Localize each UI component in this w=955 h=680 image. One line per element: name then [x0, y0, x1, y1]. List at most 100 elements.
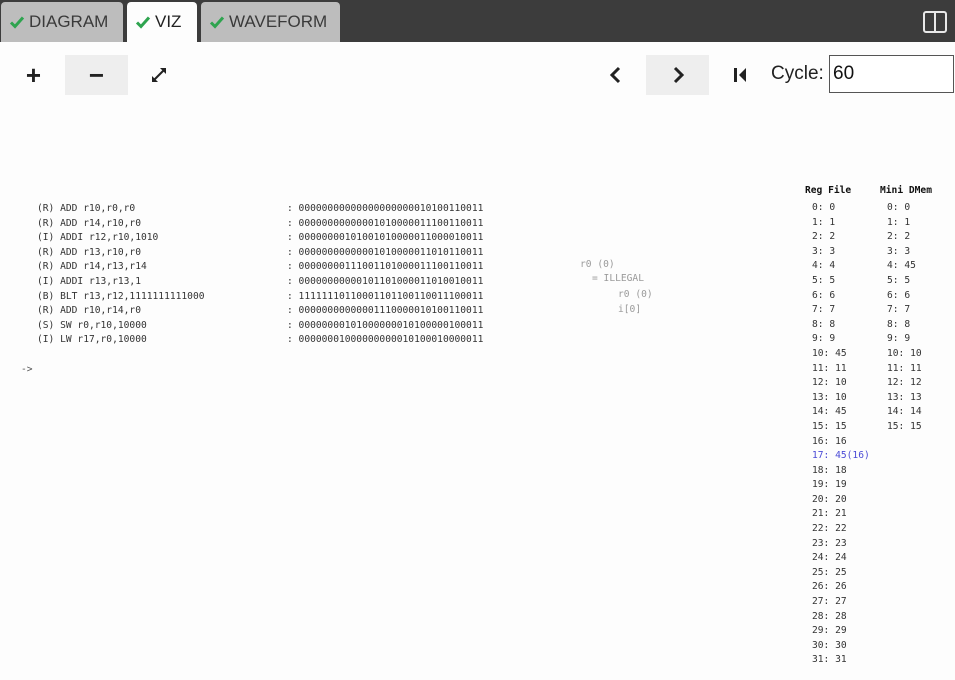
pc-arrow: ->: [21, 364, 33, 375]
program-row: (R) ADD r14,r13,r14 : 0000000011100110100…: [37, 260, 507, 275]
program-row: (R) ADD r13,r10,r0 : 00000000000001010000…: [37, 246, 507, 261]
instruction-text: (I) ADDI r13,r13,1: [37, 275, 141, 287]
instruction-text: (B) BLT r13,r12,1111111111000: [37, 290, 205, 302]
next-cycle-button[interactable]: [646, 55, 709, 95]
register-row: 5: 5: [812, 274, 836, 286]
tab-diagram[interactable]: DIAGRAM: [1, 2, 123, 42]
memory-row: 13: 13: [887, 391, 922, 403]
instruction-binary: : 00000001000000000010100010000011: [287, 334, 484, 346]
instruction-text: (R) ADD r10,r14,r0: [37, 305, 141, 317]
operand-annotation: r0 (0): [618, 289, 653, 300]
register-row: 10: 45: [812, 347, 847, 359]
memory-row: 0: 0: [887, 202, 911, 213]
program-row: (B) BLT r13,r12,1111111111000 : 111111101…: [37, 290, 507, 305]
chevron-right-icon: [673, 66, 684, 84]
cycle-input[interactable]: [829, 55, 954, 93]
cycle-label: Cycle:: [771, 63, 824, 84]
register-row: 16: 16: [812, 435, 847, 447]
dmem-list: 0: 0 1: 1 2: 2 3: 3 4: 45 5: 5 6: 6 7: 7 8: 8 9: …: [887, 201, 922, 435]
chevron-left-icon: [609, 66, 620, 84]
instruction-text: (R) ADD r13,r10,r0: [37, 246, 141, 258]
fit-view-button[interactable]: [127, 55, 190, 95]
register-row: 30: 30: [812, 639, 847, 651]
program-listing: (R) ADD r10,r0,r0 : 000000000000000000000…: [37, 202, 507, 348]
register-row: 27: 27: [812, 596, 847, 608]
instruction-text: (R) ADD r10,r0,r0: [37, 203, 136, 214]
register-row: 2: 2: [812, 231, 836, 243]
program-row: (R) ADD r10,r14,r0 : 00000000000001110000…: [37, 304, 507, 319]
register-row: 13: 10: [812, 391, 847, 403]
split-layout-icon[interactable]: [923, 11, 947, 33]
tab-diagram-label: DIAGRAM: [29, 12, 109, 31]
memory-row: 10: 10: [887, 347, 922, 359]
tab-viz-label: VIZ: [155, 12, 182, 31]
memory-row: 12: 12: [887, 377, 922, 389]
instruction-text: (I) ADDI r12,r10,1010: [37, 232, 159, 244]
zoom-out-label: −: [88, 59, 105, 90]
instruction-binary: : 11111110110001101100110011100011: [287, 290, 484, 302]
memory-row: 6: 6: [887, 289, 911, 301]
tab-waveform[interactable]: WAVEFORM: [201, 2, 340, 42]
register-row: 8: 8: [812, 318, 836, 330]
instruction-binary: : 00000000000000000000010100110011: [287, 203, 484, 214]
tab-waveform-label: WAVEFORM: [229, 12, 328, 31]
memory-row: 9: 9: [887, 333, 911, 345]
program-row: (R) ADD r10,r0,r0 : 000000000000000000000…: [37, 202, 507, 217]
instruction-binary: : 00000000000101101000011010010011: [287, 275, 484, 287]
register-row: 20: 20: [812, 493, 847, 505]
register-row: 23: 23: [812, 537, 847, 549]
memory-row: 14: 14: [887, 406, 922, 418]
register-row: 28: 28: [812, 610, 847, 622]
operand-annotation: r0 (0): [580, 259, 615, 270]
regfile-list: 0: 0 1: 1 2: 2 3: 3 4: 4 5: 5 6: 6 7: 7 8: 8 9: 9…: [812, 201, 870, 668]
expand-icon: [151, 68, 166, 82]
register-row: 24: 24: [812, 552, 847, 564]
register-row: 0: 0: [812, 202, 836, 213]
register-row: 3: 3: [812, 245, 836, 257]
register-row: 31: 31: [812, 654, 847, 666]
program-row: (I) ADDI r13,r13,1 : 00000000000101101000…: [37, 275, 507, 290]
tab-viz[interactable]: VIZ: [127, 2, 197, 42]
register-row: 11: 11: [812, 362, 847, 374]
tab-bar: DIAGRAM VIZ WAVEFORM: [0, 0, 955, 42]
register-row: 9: 9: [812, 333, 836, 345]
register-row: 18: 18: [812, 464, 847, 476]
memory-row: 1: 1: [887, 216, 911, 228]
instruction-text: (R) ADD r14,r10,r0: [37, 217, 141, 229]
register-row: 17: 45(16): [812, 450, 870, 462]
register-row: 25: 25: [812, 566, 847, 578]
program-row: (I) ADDI r12,r10,1010: 00000000101001010…: [37, 231, 507, 246]
memory-row: 7: 7: [887, 304, 911, 316]
memory-row: 2: 2: [887, 231, 911, 243]
instruction-binary: : 00000000000001010000011010110011: [287, 246, 484, 258]
zoom-in-button[interactable]: +: [2, 55, 65, 95]
immediate-annotation: i[0]: [618, 304, 642, 315]
instruction-text: (S) SW r0,r10,10000: [37, 319, 147, 331]
memory-row: 5: 5: [887, 274, 911, 286]
memory-row: 11: 11: [887, 362, 922, 374]
memory-row: 15: 15: [887, 420, 922, 432]
instruction-binary: : 00000000000001010000011100110011: [287, 217, 484, 229]
instruction-text: (R) ADD r14,r13,r14: [37, 261, 147, 273]
first-cycle-button[interactable]: [708, 55, 771, 95]
register-row: 19: 19: [812, 479, 847, 491]
check-icon: [9, 16, 25, 29]
register-row: 1: 1: [812, 216, 836, 228]
zoom-out-button[interactable]: −: [65, 55, 128, 95]
check-icon: [135, 16, 151, 29]
zoom-in-label: +: [25, 59, 42, 90]
register-row: 21: 21: [812, 508, 847, 520]
register-row: 14: 45: [812, 406, 847, 418]
register-row: 29: 29: [812, 625, 847, 637]
regfile-title: Reg File: [805, 185, 852, 196]
register-row: 26: 26: [812, 581, 847, 593]
prev-cycle-button[interactable]: [584, 55, 647, 95]
memory-row: 3: 3: [887, 245, 911, 257]
instruction-binary: : 00000000111001101000011100110011: [287, 261, 484, 273]
register-row: 4: 4: [812, 260, 836, 272]
skip-to-start-icon: [733, 68, 746, 82]
instruction-binary: : 00000000000001110000010100110011: [287, 305, 484, 317]
result-annotation: = ILLEGAL: [592, 273, 644, 284]
memory-row: 8: 8: [887, 318, 911, 330]
instruction-text: (I) LW r17,r0,10000: [37, 334, 147, 346]
